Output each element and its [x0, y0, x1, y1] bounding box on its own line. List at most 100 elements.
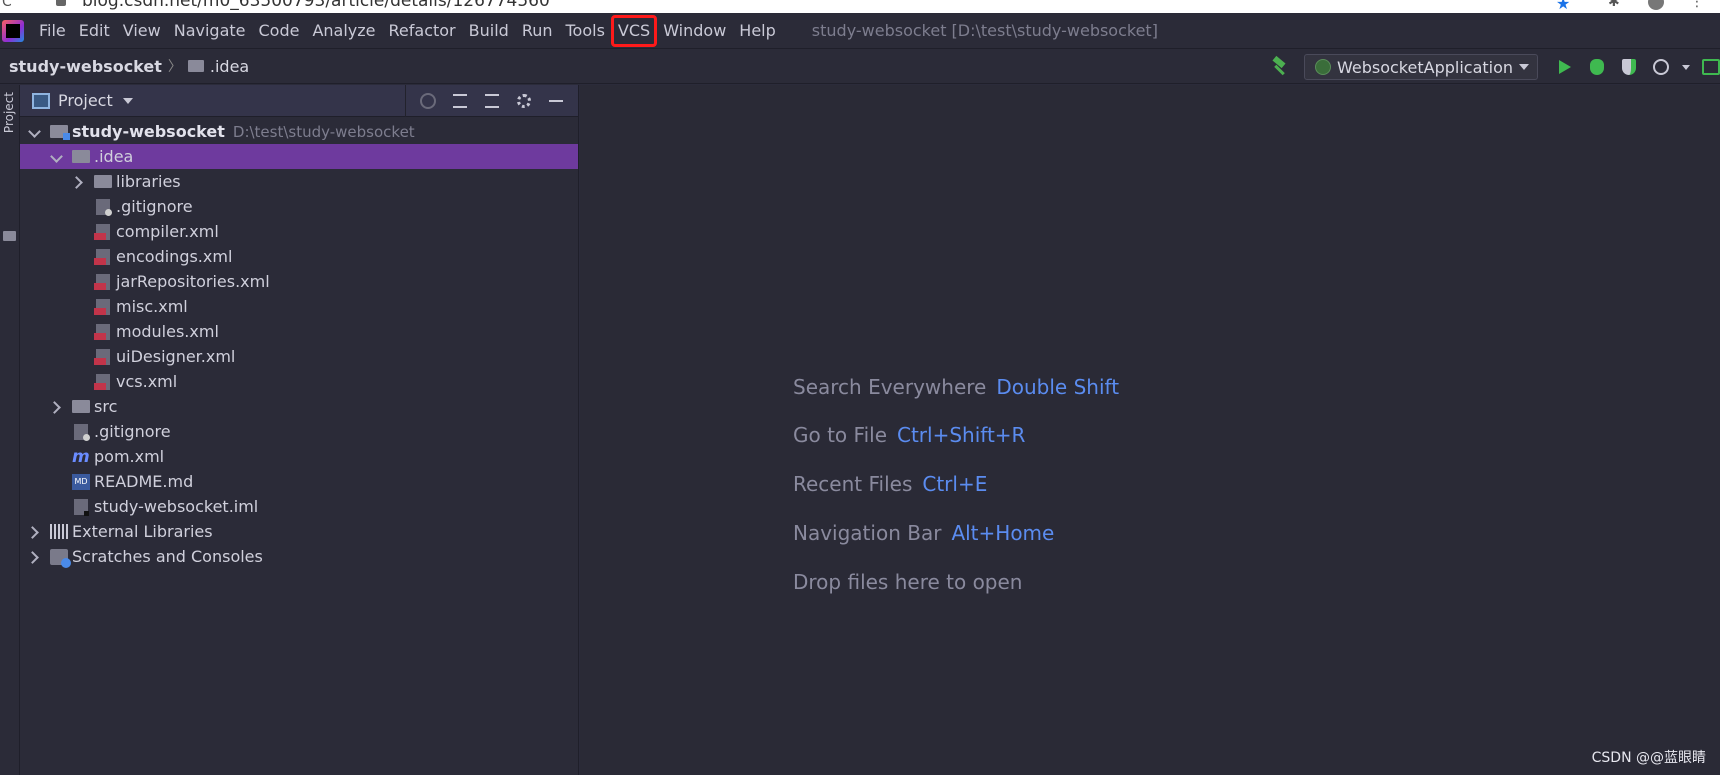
select-opened-file-button[interactable] [418, 91, 438, 111]
markdown-icon: MD [72, 473, 90, 490]
chevron-down-icon[interactable] [50, 150, 64, 164]
project-panel: Project study-websocket D:\test\study-we… [20, 85, 579, 775]
profile-button[interactable] [1650, 56, 1672, 78]
bookmark-star-icon[interactable]: ★ [1556, 0, 1570, 13]
run-configuration-label: WebsocketApplication [1337, 57, 1514, 77]
panel-title[interactable]: Project [58, 91, 113, 110]
tree-item-label: uiDesigner.xml [116, 347, 236, 366]
tree-row[interactable]: libraries [20, 169, 578, 194]
menu-view[interactable]: View [118, 17, 166, 45]
project-panel-header: Project [20, 85, 578, 117]
run-configuration-select[interactable]: WebsocketApplication [1304, 54, 1538, 80]
tree-row[interactable]: uiDesigner.xml [20, 344, 578, 369]
menu-window[interactable]: Window [658, 17, 731, 45]
tree-item-label: misc.xml [116, 297, 188, 316]
hint-label: Navigation Bar [793, 521, 942, 545]
tree-row[interactable]: vcs.xml [20, 369, 578, 394]
tree-row[interactable]: .gitignore [20, 194, 578, 219]
more-run-actions-icon[interactable] [1682, 64, 1690, 70]
tree-item-label: pom.xml [94, 447, 165, 466]
chevron-right-icon[interactable] [72, 175, 86, 189]
folder-icon [94, 175, 112, 188]
minimize-icon [549, 100, 563, 102]
folder-icon [187, 60, 204, 72]
tree-row[interactable]: MD README.md [20, 469, 578, 494]
menu-bar: File Edit View Navigate Code Analyze Ref… [0, 13, 1720, 48]
tree-row[interactable]: m pom.xml [20, 444, 578, 469]
coverage-button[interactable] [1618, 56, 1640, 78]
editor-area[interactable]: Search Everywhere Double Shift Go to File… [580, 85, 1720, 775]
tree-row[interactable]: study-websocket D:\test\study-websocket [20, 119, 578, 144]
menu-navigate[interactable]: Navigate [169, 17, 251, 45]
panel-settings-button[interactable] [514, 91, 534, 111]
xml-file-icon [94, 248, 110, 265]
menu-code[interactable]: Code [254, 17, 305, 45]
hint-label: Drop files here to open [793, 570, 1023, 594]
gitignore-icon [96, 198, 112, 216]
breadcrumb-separator: 〉 [167, 59, 182, 75]
expand-all-icon [453, 94, 467, 108]
tree-item-label: Scratches and Consoles [72, 547, 263, 566]
tree-row[interactable]: src [20, 394, 578, 419]
expand-all-button[interactable] [450, 91, 470, 111]
debug-button[interactable] [1586, 56, 1608, 78]
extensions-icon[interactable]: ✱ [1608, 0, 1620, 10]
tree-item-label: study-websocket.iml [94, 497, 259, 516]
folder-icon [3, 231, 16, 241]
build-hammer-icon[interactable] [1270, 57, 1290, 77]
tree-item-label: jarRepositories.xml [116, 272, 270, 291]
more-menu-icon[interactable]: ⋮ [1690, 0, 1704, 10]
xml-file-icon [94, 348, 110, 365]
chevron-down-icon[interactable] [28, 125, 42, 139]
tree-row[interactable]: .idea [20, 144, 578, 169]
tree-item-label: modules.xml [116, 322, 219, 341]
layout-icon[interactable] [1702, 59, 1720, 75]
left-tool-strip: Project [0, 85, 20, 775]
tree-row[interactable]: misc.xml [20, 294, 578, 319]
hide-panel-button[interactable] [546, 91, 566, 111]
run-button[interactable] [1554, 56, 1576, 78]
tree-item-label: .idea [94, 147, 134, 166]
chevron-right-icon[interactable] [28, 550, 42, 564]
hint-label: Search Everywhere [793, 375, 987, 399]
reload-icon[interactable]: C [2, 0, 12, 10]
locate-icon [420, 93, 436, 109]
tree-row[interactable]: encodings.xml [20, 244, 578, 269]
breadcrumb-project[interactable]: study-websocket [9, 57, 162, 76]
menu-analyze[interactable]: Analyze [307, 17, 380, 45]
menu-file[interactable]: File [34, 17, 71, 45]
menu-build[interactable]: Build [464, 17, 514, 45]
menu-run[interactable]: Run [517, 17, 558, 45]
menu-vcs[interactable]: VCS [610, 14, 658, 47]
coverage-shield-icon [1622, 59, 1636, 75]
menu-help[interactable]: Help [734, 17, 780, 45]
browser-url[interactable]: blog.csdn.net/m0_63500793/article/detail… [82, 0, 550, 11]
menu-refactor[interactable]: Refactor [384, 17, 461, 45]
profile-avatar-icon[interactable] [1648, 0, 1664, 10]
xml-file-icon [94, 373, 110, 390]
xml-file-icon [94, 298, 110, 315]
breadcrumb-idea[interactable]: .idea [210, 57, 249, 76]
tree-row[interactable]: .gitignore [20, 419, 578, 444]
browser-strip: C blog.csdn.net/m0_63500793/article/deta… [0, 0, 1720, 13]
chevron-right-icon[interactable] [50, 400, 64, 414]
module-icon [50, 125, 70, 140]
project-view-icon [32, 92, 50, 109]
tree-item-label: src [94, 397, 118, 416]
gitignore-icon [74, 423, 90, 441]
tree-item-label: compiler.xml [116, 222, 219, 241]
hint-shortcut: Ctrl+E [922, 472, 988, 496]
tree-row[interactable]: Scratches and Consoles [20, 544, 578, 569]
tree-row[interactable]: compiler.xml [20, 219, 578, 244]
menu-edit[interactable]: Edit [74, 17, 115, 45]
menu-tools[interactable]: Tools [561, 17, 610, 45]
chevron-down-icon[interactable] [122, 97, 133, 104]
chevron-right-icon[interactable] [28, 525, 42, 539]
tree-item-label: study-websocket [72, 122, 225, 141]
collapse-all-button[interactable] [482, 91, 502, 111]
tree-row[interactable]: modules.xml [20, 319, 578, 344]
tree-row[interactable]: jarRepositories.xml [20, 269, 578, 294]
tree-row[interactable]: study-websocket.iml [20, 494, 578, 519]
tree-row[interactable]: External Libraries [20, 519, 578, 544]
project-tool-window-tab[interactable]: Project [2, 92, 16, 133]
